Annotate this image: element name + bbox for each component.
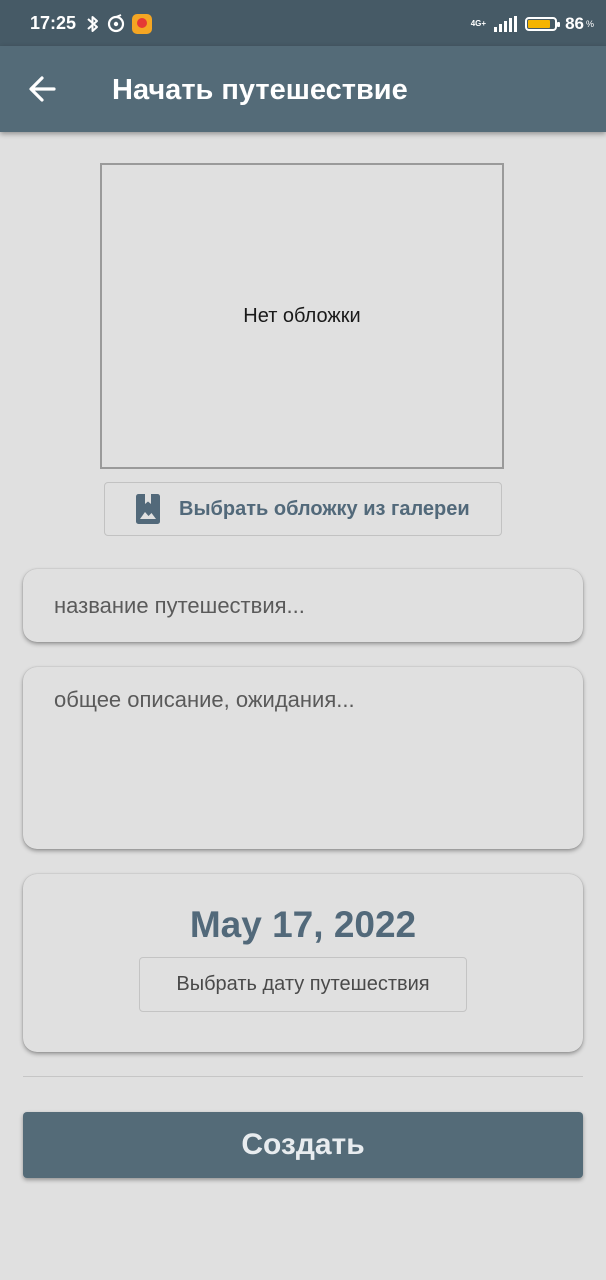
no-cover-label: Нет обложки [243, 304, 361, 327]
choose-cover-label: Выбрать обложку из галереи [179, 497, 470, 520]
bluetooth-icon [87, 16, 98, 32]
trip-description-input[interactable]: общее описание, ожидания... [54, 687, 355, 713]
choose-cover-button[interactable]: Выбрать обложку из галереи [104, 482, 502, 536]
battery-icon [525, 17, 561, 31]
status-time: 17:25 [30, 13, 77, 33]
app-bar: Начать путешествие [0, 46, 606, 132]
arrow-back-icon [29, 76, 56, 102]
trip-title-card: название путешествия... [23, 569, 583, 642]
battery-percent: 86 [565, 14, 584, 33]
trip-description-card: общее описание, ожидания... [23, 667, 583, 849]
signal-icon [494, 16, 518, 32]
battery-fill [528, 20, 551, 28]
back-button[interactable] [24, 71, 64, 107]
create-button[interactable]: Создать [23, 1112, 583, 1178]
divider [23, 1076, 583, 1077]
trip-title-input[interactable]: название путешествия... [54, 593, 305, 619]
trip-date-card: May 17, 2022 Выбрать дату путешествия [23, 874, 583, 1052]
status-icons-left [86, 12, 152, 36]
data-saver-icon [107, 14, 125, 33]
gallery-bookmark-icon [136, 494, 160, 524]
cover-preview: Нет обложки [100, 163, 504, 469]
battery-unit: % [585, 19, 594, 29]
choose-date-button[interactable]: Выбрать дату путешествия [139, 957, 467, 1012]
status-right: 4G+ 86 % [471, 12, 594, 36]
page-title: Начать путешествие [112, 74, 408, 106]
status-bar: 17:25 4G+ 86 % [0, 0, 606, 46]
network-type: 4G+ [470, 19, 487, 28]
app-notification-icon [132, 14, 152, 34]
selected-date: May 17, 2022 [189, 904, 417, 945]
